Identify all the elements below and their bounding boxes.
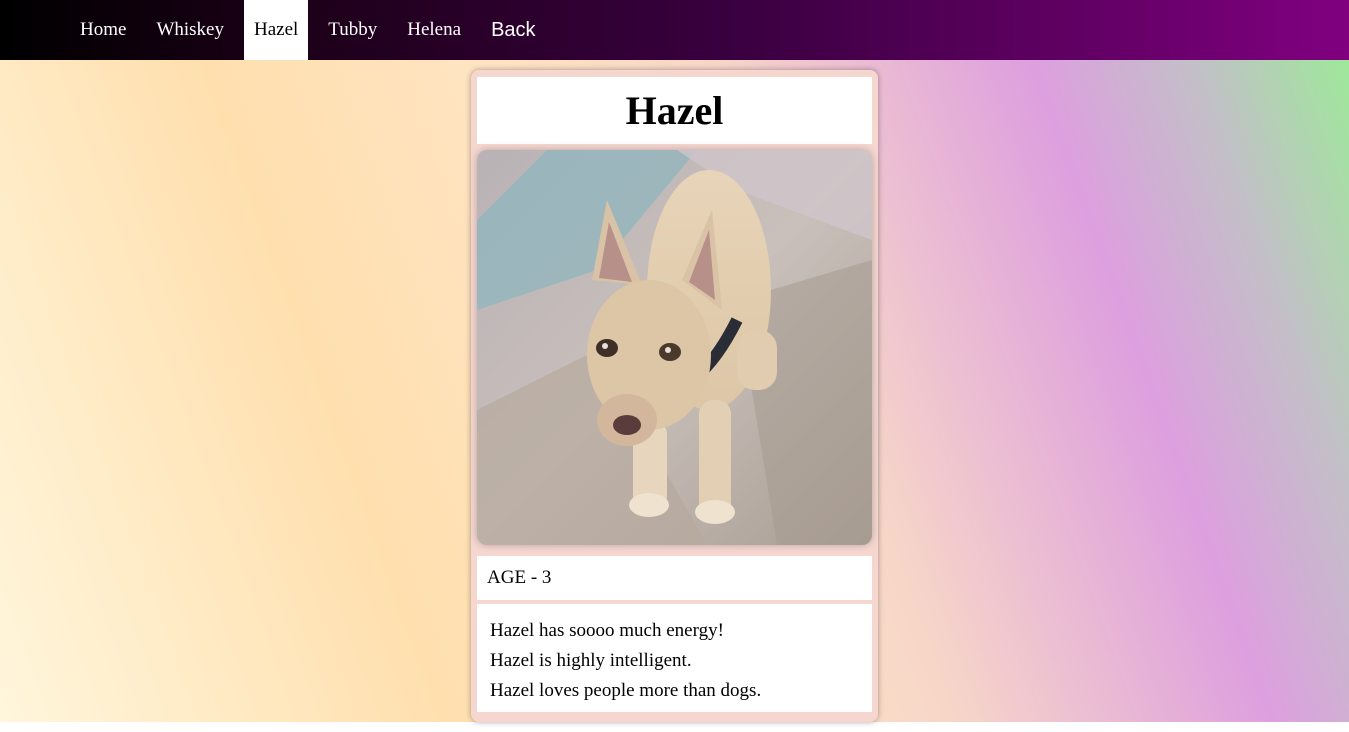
- dog-fact: Hazel loves people more than dogs.: [490, 680, 762, 701]
- age-separator: -: [530, 567, 538, 588]
- dog-title-box: Hazel: [477, 77, 872, 144]
- nav-whiskey[interactable]: Whiskey: [141, 0, 239, 60]
- dog-age: AGE - 3: [477, 556, 872, 600]
- dog-fact: Hazel has soooo much energy!: [490, 620, 724, 641]
- nav-helena[interactable]: Helena: [392, 0, 476, 60]
- dog-photo-illustration: [477, 150, 872, 545]
- dog-photo: [477, 150, 872, 545]
- nav-hazel[interactable]: Hazel: [243, 0, 309, 60]
- dog-card: Hazel AGE - 3 Hazel has soooo much energ…: [471, 70, 878, 722]
- nav-back[interactable]: Back: [476, 0, 550, 60]
- age-value: 3: [541, 567, 552, 588]
- dog-name-title: Hazel: [625, 88, 724, 133]
- nav-home[interactable]: Home: [65, 0, 141, 60]
- top-navbar: Home Whiskey Hazel Tubby Helena Back: [0, 0, 1349, 60]
- nav-tubby[interactable]: Tubby: [313, 0, 392, 60]
- age-label: AGE: [487, 567, 527, 588]
- dog-fact: Hazel is highly intelligent.: [490, 650, 692, 671]
- dog-facts: Hazel has soooo much energy! Hazel is hi…: [477, 604, 872, 712]
